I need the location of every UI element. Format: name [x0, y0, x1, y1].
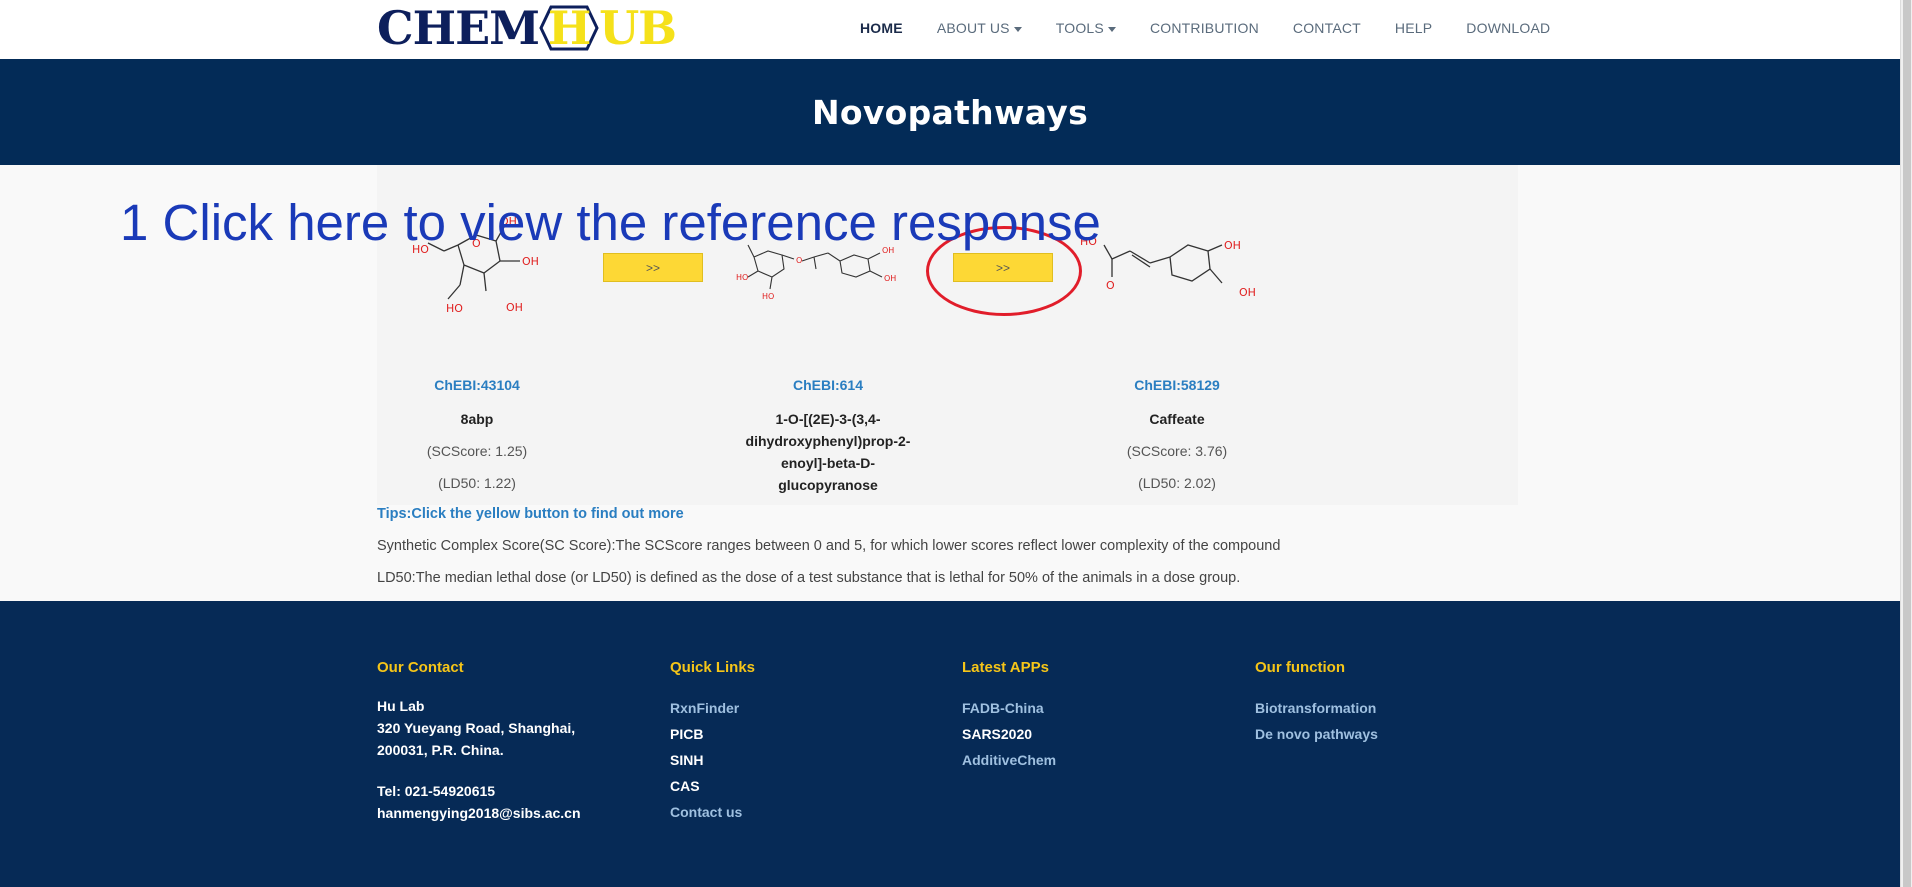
nav-home[interactable]: HOME [860, 20, 903, 36]
footer-our-function: Our function Biotransformation De novo p… [1255, 659, 1378, 747]
vertical-scrollbar[interactable] [1900, 0, 1912, 887]
contact-email: hanmengying2018@sibs.ac.cn [377, 805, 581, 821]
footer-link-de-novo-pathways[interactable]: De novo pathways [1255, 721, 1378, 747]
hexagon-icon: H [539, 1, 599, 55]
site-footer: Our Contact Hu Lab 320 Yueyang Road, Sha… [0, 601, 1900, 887]
atom-label: OH [1224, 239, 1241, 252]
atom-label: HO [762, 292, 774, 301]
main-nav: HOME ABOUT US TOOLS CONTRIBUTION CONTACT… [860, 20, 1584, 36]
footer-link-additivechem[interactable]: AdditiveChem [962, 747, 1056, 773]
page-title: Novopathways [811, 92, 1089, 132]
footer-contact: Our Contact Hu Lab 320 Yueyang Road, Sha… [377, 659, 581, 824]
atom-label: HO [446, 302, 463, 315]
footer-quick-links: Quick Links RxnFinder PICB SINH CAS Cont… [670, 659, 755, 825]
pathway-arrow-button-1[interactable]: >> [603, 253, 703, 282]
nav-download[interactable]: DOWNLOAD [1466, 20, 1550, 36]
compound-scscore: (SCScore: 1.25) [426, 443, 528, 459]
footer-link-fadb-china[interactable]: FADB-China [962, 695, 1056, 721]
footer-link-contact-us[interactable]: Contact us [670, 799, 755, 825]
caret-down-icon [1013, 26, 1022, 32]
chemhub-logo[interactable]: CHEM H UB [377, 1, 677, 55]
footer-heading: Our Contact [377, 659, 464, 676]
top-navbar: CHEM H UB HOME ABOUT US TOOLS CONTRIBUTI… [0, 0, 1900, 59]
compound-card-1: ChEBI:43104 8abp (SCScore: 1.25) (LD50: … [377, 377, 577, 504]
footer-latest-apps: Latest APPs FADB-China SARS2020 Additive… [962, 659, 1056, 773]
footer-heading: Quick Links [670, 659, 756, 676]
atom-label: O [1106, 279, 1115, 292]
nav-help[interactable]: HELP [1395, 20, 1432, 36]
nav-contribution[interactable]: CONTRIBUTION [1150, 20, 1259, 36]
compound-id-link[interactable]: ChEBI:43104 [377, 377, 577, 393]
footer-heading: Our function [1255, 659, 1345, 676]
molecule-image-3: HO O OH OH [1080, 235, 1256, 299]
nav-about-us-label: ABOUT US [936, 20, 1010, 36]
logo-text-chem: CHEM [377, 1, 540, 55]
compound-name: 1-O-[(2E)-3-(3,4-dihydroxyphenyl)prop-2-… [745, 411, 911, 493]
nav-contact[interactable]: CONTACT [1293, 20, 1361, 36]
atom-label: OH [506, 301, 523, 314]
page-banner: Novopathways [0, 59, 1900, 165]
compound-name: 8abp [460, 411, 494, 427]
compound-id-link[interactable]: ChEBI:614 [728, 377, 928, 393]
contact-tel: Tel: 021-54920615 [377, 783, 496, 799]
footer-heading: Latest APPs [962, 659, 1049, 676]
logo-text-h: H [547, 1, 591, 55]
footer-link-picb[interactable]: PICB [670, 721, 755, 747]
contact-address-1: 320 Yueyang Road, Shanghai, [377, 720, 576, 736]
compound-scscore: (SCScore: 3.76) [1126, 443, 1228, 459]
atom-label: OH [1239, 286, 1256, 299]
scrollbar-thumb[interactable] [1903, 0, 1911, 887]
compound-card-2: ChEBI:614 1-O-[(2E)-3-(3,4-dihydroxyphen… [728, 377, 928, 506]
footer-link-sars2020[interactable]: SARS2020 [962, 721, 1056, 747]
atom-label: O [796, 256, 802, 265]
nav-tools[interactable]: TOOLS [1056, 20, 1116, 36]
contact-address-2: 200031, P.R. China. [377, 742, 504, 758]
compound-name: Caffeate [1149, 411, 1205, 427]
tips-heading: Tips:Click the yellow button to find out… [377, 506, 684, 522]
footer-link-rxnfinder[interactable]: RxnFinder [670, 695, 755, 721]
footer-link-cas[interactable]: CAS [670, 773, 755, 799]
ld50-note: LD50:The median lethal dose (or LD50) is… [377, 570, 1241, 586]
scscore-note: Synthetic Complex Score(SC Score):The SC… [377, 538, 1281, 554]
atom-label: HO [736, 273, 748, 282]
footer-link-biotransformation[interactable]: Biotransformation [1255, 695, 1378, 721]
compound-id-link[interactable]: ChEBI:58129 [1077, 377, 1277, 393]
footer-link-sinh[interactable]: SINH [670, 747, 755, 773]
reference-response-link[interactable]: 1 Click here to view the reference respo… [120, 193, 1101, 252]
atom-label: OH [884, 274, 896, 283]
nav-about-us[interactable]: ABOUT US [937, 20, 1022, 36]
compound-ld50: (LD50: 1.22) [438, 475, 516, 491]
atom-label: OH [522, 255, 539, 268]
logo-text-ub: UB [599, 1, 677, 55]
caret-down-icon [1107, 26, 1116, 32]
compound-card-3: ChEBI:58129 Caffeate (SCScore: 3.76) (LD… [1077, 377, 1277, 504]
compound-ld50: (LD50: 2.02) [1138, 475, 1216, 491]
contact-org: Hu Lab [377, 698, 425, 714]
nav-tools-label: TOOLS [1055, 20, 1104, 36]
